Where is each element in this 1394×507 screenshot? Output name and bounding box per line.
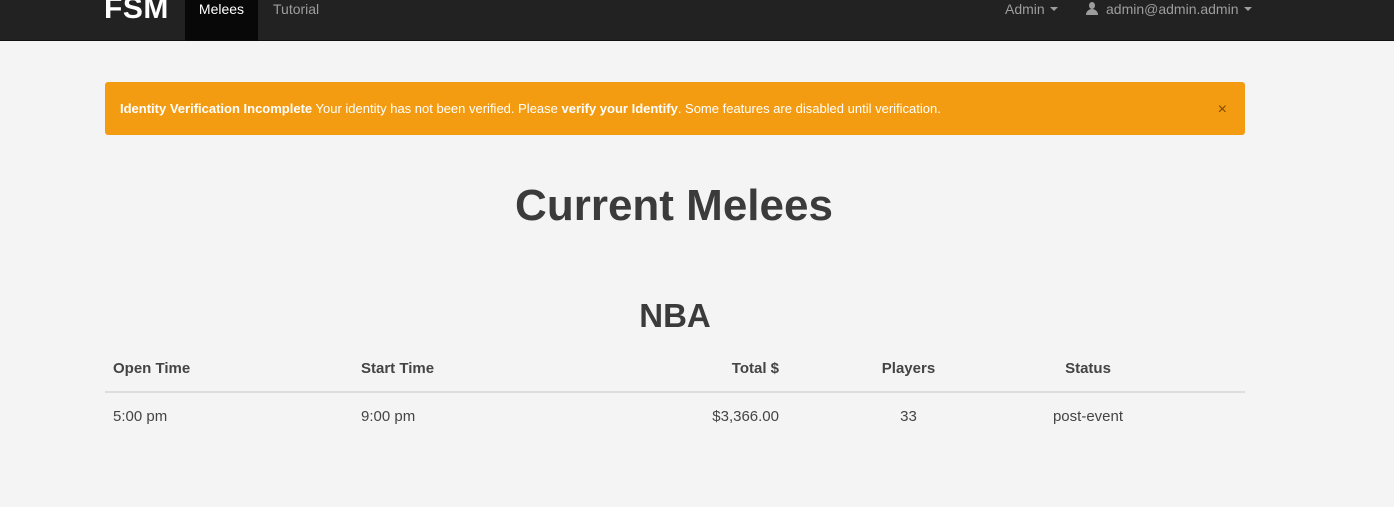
cell-players: 33 — [900, 407, 917, 425]
user-menu-label: admin@admin.admin — [1106, 1, 1239, 17]
page-title: Current Melees — [515, 181, 833, 230]
admin-menu-dropdown[interactable]: Admin — [1005, 0, 1058, 41]
caret-down-icon — [1049, 7, 1058, 12]
top-navbar: FSM Melees Tutorial Admin admin@admin.ad… — [0, 0, 1394, 41]
user-icon — [1086, 2, 1098, 15]
cell-open-time: 5:00 pm — [113, 407, 168, 425]
table-header-row: Open Time Start Time Total $ Players Sta… — [105, 346, 1245, 393]
cell-status: post-event — [1052, 407, 1124, 425]
column-header-players: Players — [821, 346, 996, 393]
user-menu-dropdown[interactable]: admin@admin.admin — [1086, 0, 1252, 41]
table-row[interactable]: 5:00 pm 9:00 pm $3,366.00 33 post-event — [105, 392, 1245, 439]
nav-link-tutorial[interactable]: Tutorial — [258, 0, 334, 41]
column-header-status: Status — [996, 346, 1245, 393]
alert-text: Your identity has not been verified. Ple… — [312, 101, 562, 116]
close-icon[interactable]: × — [1218, 82, 1227, 137]
column-header-open-time: Open Time — [105, 346, 353, 393]
section-title-nba: NBA — [639, 297, 711, 334]
column-header-start-time: Start Time — [353, 346, 601, 393]
column-header-total: Total $ — [601, 346, 821, 393]
cell-start-time: 9:00 pm — [361, 407, 416, 425]
alert-text-end: . Some features are disabled until verif… — [677, 101, 941, 116]
admin-menu-label: Admin — [1005, 1, 1045, 17]
melees-table: Open Time Start Time Total $ Players Sta… — [105, 346, 1245, 439]
cell-total: $3,366.00 — [712, 407, 779, 425]
nav-link-tutorial-label: Tutorial — [273, 1, 320, 17]
caret-down-icon — [1243, 7, 1252, 12]
brand-logo[interactable]: FSM — [104, 0, 169, 26]
nav-link-melees-label: Melees — [198, 1, 245, 17]
verify-identity-link[interactable]: verify your Identify — [562, 101, 678, 116]
alert-title: Identity Verification Incomplete — [120, 101, 313, 116]
identity-verification-alert: Identity Verification Incomplete Your id… — [105, 82, 1245, 135]
nav-link-melees[interactable]: Melees — [185, 0, 258, 41]
